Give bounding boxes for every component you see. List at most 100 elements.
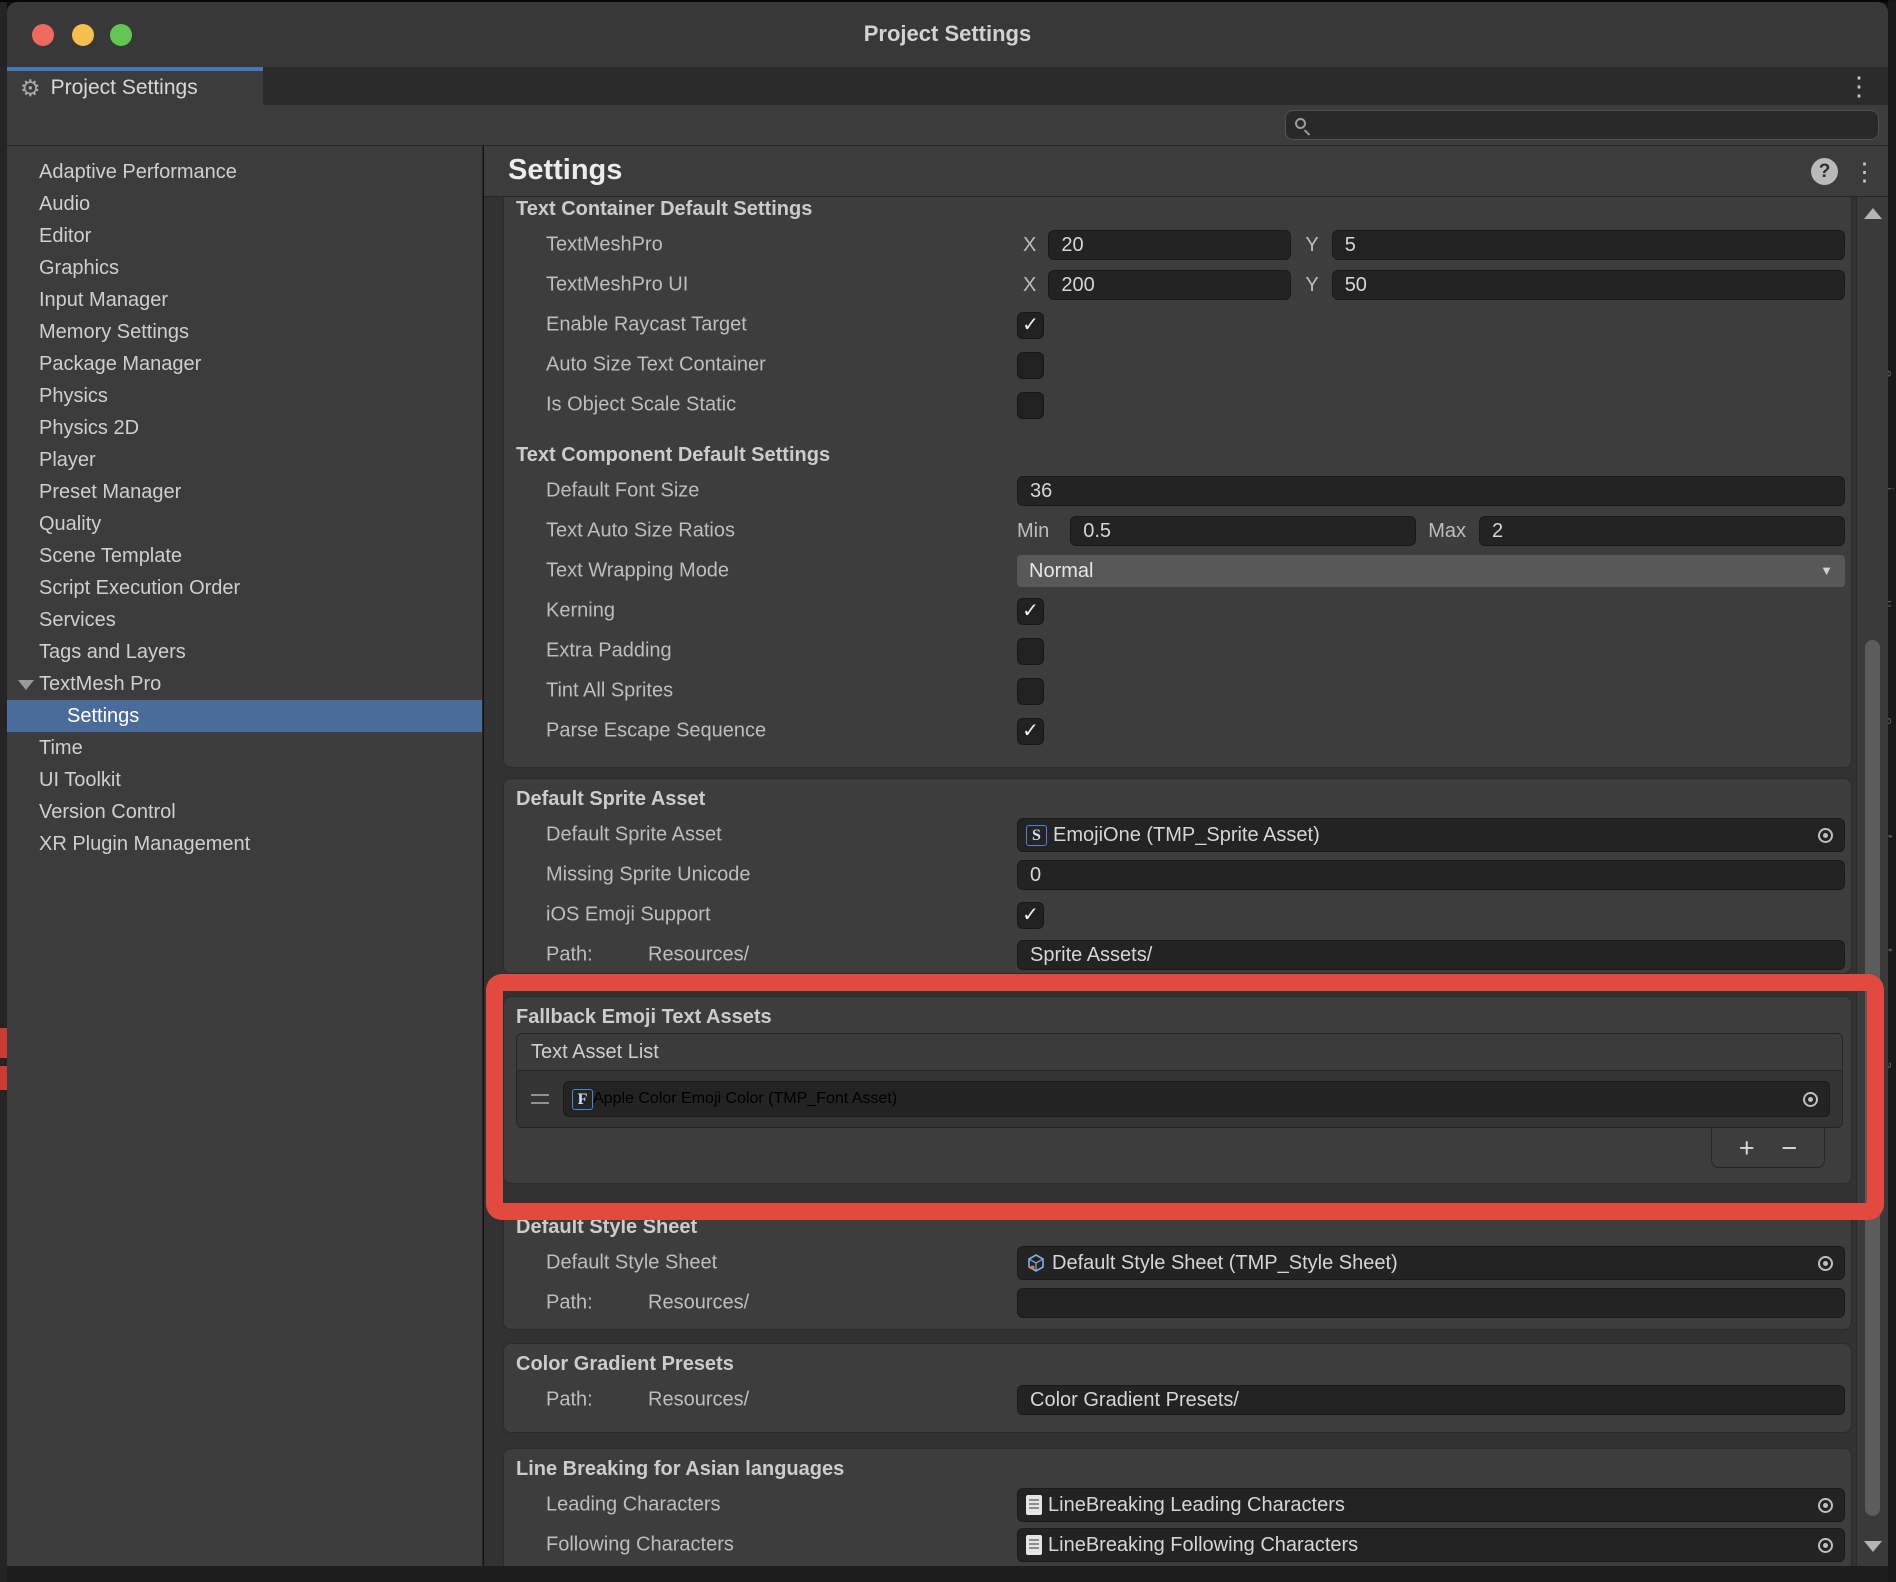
default-style-sheet-object-field[interactable]: Default Style Sheet (TMP_Style Sheet) <box>1017 1246 1845 1280</box>
path-label: Path: <box>546 1389 593 1412</box>
search-toolbar <box>7 105 1888 146</box>
sidebar-item-physics-2d[interactable]: Physics 2D <box>7 412 482 444</box>
y-axis-label: Y <box>1305 274 1318 297</box>
missing-sprite-unicode-field[interactable]: 0 <box>1017 860 1845 890</box>
default-sprite-asset-object-field[interactable]: S EmojiOne (TMP_Sprite Asset) <box>1017 818 1845 852</box>
object-picker-icon[interactable] <box>1806 1529 1844 1561</box>
sidebar-item-physics[interactable]: Physics <box>7 380 482 412</box>
field-label: TextMeshPro <box>546 234 663 257</box>
row-tint-all-sprites: Tint All Sprites <box>504 671 1851 711</box>
sidebar-item-package-manager[interactable]: Package Manager <box>7 348 482 380</box>
sidebar-item-editor[interactable]: Editor <box>7 220 482 252</box>
sidebar-item-player[interactable]: Player <box>7 444 482 476</box>
check-icon: ✓ <box>1022 904 1039 926</box>
style-sheet-path-field[interactable] <box>1017 1288 1845 1318</box>
vertical-scrollbar[interactable] <box>1856 197 1888 1566</box>
chevron-down-icon: ▼ <box>1820 555 1833 587</box>
drag-handle-icon[interactable] <box>531 1094 549 1104</box>
panel-menu-kebab-icon[interactable]: ⋮ <box>1852 157 1877 187</box>
settings-category-sidebar: Adaptive Performance Audio Editor Graphi… <box>7 146 483 1566</box>
sidebar-item-xr-plugin-management[interactable]: XR Plugin Management <box>7 828 482 860</box>
sidebar-item-audio[interactable]: Audio <box>7 188 482 220</box>
window-title: Project Settings <box>7 21 1888 47</box>
scroll-up-arrow-icon[interactable] <box>1864 208 1882 219</box>
extra-padding-checkbox[interactable] <box>1017 638 1044 665</box>
tab-strip-menu-kebab-icon[interactable]: ⋮ <box>1846 71 1872 101</box>
is-object-scale-static-checkbox[interactable] <box>1017 392 1044 419</box>
scroll-down-arrow-icon[interactable] <box>1864 1541 1882 1552</box>
textmeshpro-ui-y-field[interactable]: 50 <box>1332 270 1845 300</box>
sidebar-item-memory-settings[interactable]: Memory Settings <box>7 316 482 348</box>
object-picker-icon[interactable] <box>1791 1082 1829 1116</box>
ios-emoji-support-checkbox[interactable]: ✓ <box>1017 902 1044 929</box>
object-picker-icon[interactable] <box>1806 1247 1844 1279</box>
following-characters-object-field[interactable]: LineBreaking Following Characters <box>1017 1528 1845 1562</box>
row-textmeshpro-size: TextMeshPro X 20 Y 5 <box>504 225 1851 265</box>
text-asset-icon <box>1026 1535 1042 1555</box>
sidebar-item-settings-selected[interactable]: Settings <box>7 700 482 732</box>
row-style-sheet-path: Path: Resources/ <box>504 1283 1851 1323</box>
field-label: Auto Size Text Container <box>546 354 766 377</box>
y-axis-label: Y <box>1305 234 1318 257</box>
sidebar-item-input-manager[interactable]: Input Manager <box>7 284 482 316</box>
sidebar-item-ui-toolkit[interactable]: UI Toolkit <box>7 764 482 796</box>
object-picker-icon[interactable] <box>1806 1489 1844 1521</box>
field-label: Text Auto Size Ratios <box>546 520 735 543</box>
help-icon[interactable]: ? <box>1811 158 1838 185</box>
sidebar-item-quality[interactable]: Quality <box>7 508 482 540</box>
section-line-breaking: Line Breaking for Asian languages Leadin… <box>503 1448 1852 1566</box>
auto-size-max-field[interactable]: 2 <box>1479 516 1845 546</box>
sidebar-item-textmesh-pro[interactable]: TextMesh Pro <box>7 668 482 700</box>
row-enable-raycast-target: Enable Raycast Target ✓ <box>504 305 1851 345</box>
scrollbar-thumb[interactable] <box>1865 640 1880 1516</box>
sprite-path-field[interactable]: Sprite Assets/ <box>1017 940 1845 970</box>
kerning-checkbox[interactable]: ✓ <box>1017 598 1044 625</box>
sidebar-item-tags-and-layers[interactable]: Tags and Layers <box>7 636 482 668</box>
sidebar-item-version-control[interactable]: Version Control <box>7 796 482 828</box>
background-red-mark <box>0 1066 7 1090</box>
sidebar-item-preset-manager[interactable]: Preset Manager <box>7 476 482 508</box>
tint-all-sprites-checkbox[interactable] <box>1017 678 1044 705</box>
sidebar-item-script-execution-order[interactable]: Script Execution Order <box>7 572 482 604</box>
textmeshpro-ui-x-field[interactable]: 200 <box>1048 270 1291 300</box>
add-item-button[interactable]: + <box>1739 1130 1755 1166</box>
check-icon: ✓ <box>1022 314 1039 336</box>
row-text-auto-size-ratios: Text Auto Size Ratios Min 0.5 Max 2 <box>504 511 1851 551</box>
chevron-down-icon[interactable] <box>18 680 34 690</box>
resources-label: Resources/ <box>648 1389 749 1412</box>
sidebar-item-scene-template[interactable]: Scene Template <box>7 540 482 572</box>
field-label: Following Characters <box>546 1534 734 1557</box>
sidebar-item-time[interactable]: Time <box>7 732 482 764</box>
tab-project-settings[interactable]: ⚙ Project Settings <box>7 67 263 105</box>
object-picker-icon[interactable] <box>1806 819 1844 851</box>
section-default-sprite-asset: Default Sprite Asset Default Sprite Asse… <box>503 778 1852 974</box>
leading-characters-object-field[interactable]: LineBreaking Leading Characters <box>1017 1488 1845 1522</box>
max-label: Max <box>1428 520 1466 543</box>
enable-raycast-target-checkbox[interactable]: ✓ <box>1017 312 1044 339</box>
textmeshpro-x-field[interactable]: 20 <box>1048 230 1291 260</box>
list-body: F Apple Color Emoji Color (TMP_Font Asse… <box>517 1071 1842 1127</box>
auto-size-text-container-checkbox[interactable] <box>1017 352 1044 379</box>
row-extra-padding: Extra Padding <box>504 631 1851 671</box>
list-header: Text Asset List <box>517 1034 1842 1071</box>
parse-escape-sequence-checkbox[interactable]: ✓ <box>1017 718 1044 745</box>
section-heading: Default Style Sheet <box>504 1211 1851 1243</box>
field-label: iOS Emoji Support <box>546 904 711 927</box>
sidebar-item-adaptive-performance[interactable]: Adaptive Performance <box>7 156 482 188</box>
textmeshpro-y-field[interactable]: 5 <box>1332 230 1845 260</box>
row-gradient-path: Path: Resources/ Color Gradient Presets/ <box>504 1380 1851 1420</box>
gradient-path-field[interactable]: Color Gradient Presets/ <box>1017 1385 1845 1415</box>
fallback-font-asset-object-field[interactable]: F Apple Color Emoji Color (TMP_Font Asse… <box>563 1081 1830 1117</box>
search-input[interactable] <box>1285 110 1879 140</box>
default-font-size-field[interactable]: 36 <box>1017 476 1845 506</box>
text-asset-list: Text Asset List F Apple Color Emoji Colo… <box>516 1033 1843 1128</box>
sprite-asset-icon: S <box>1026 825 1047 846</box>
remove-item-button[interactable]: − <box>1781 1130 1797 1166</box>
text-wrapping-mode-dropdown[interactable]: Normal ▼ <box>1017 555 1845 587</box>
auto-size-min-field[interactable]: 0.5 <box>1070 516 1416 546</box>
sidebar-item-graphics[interactable]: Graphics <box>7 252 482 284</box>
gear-icon: ⚙ <box>20 75 41 102</box>
row-default-style-sheet: Default Style Sheet Default Style Sheet … <box>504 1243 1851 1283</box>
search-icon <box>1295 118 1306 129</box>
sidebar-item-services[interactable]: Services <box>7 604 482 636</box>
